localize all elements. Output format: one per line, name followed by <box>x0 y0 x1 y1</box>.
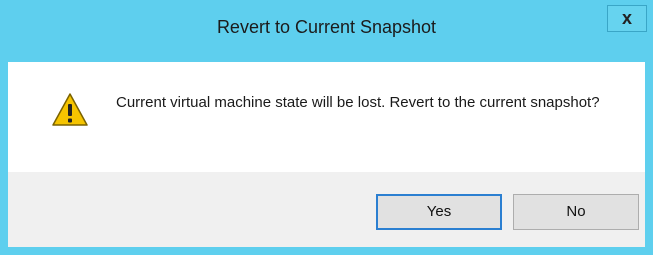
dialog-title: Revert to Current Snapshot <box>216 17 437 37</box>
message-area: Current virtual machine state will be lo… <box>8 62 645 172</box>
dialog-body: Current virtual machine state will be lo… <box>8 62 645 247</box>
button-bar: Yes No <box>8 172 645 247</box>
revert-snapshot-dialog: Revert to Current Snapshot x Current vir… <box>0 0 653 255</box>
no-button[interactable]: No <box>513 194 639 230</box>
title-bar[interactable]: Revert to Current Snapshot x <box>0 0 653 62</box>
message-text: Current virtual machine state will be lo… <box>116 94 600 111</box>
close-button[interactable]: x <box>607 5 647 32</box>
warning-icon <box>52 93 88 126</box>
yes-button[interactable]: Yes <box>376 194 502 230</box>
